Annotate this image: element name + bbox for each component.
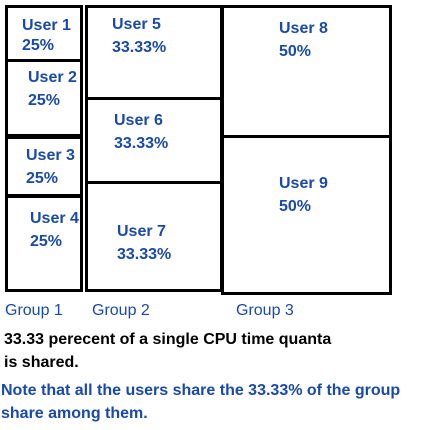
user-5-name: User 5	[112, 16, 161, 33]
share-note-line-1: Note that all the users share the 33.33%…	[1, 382, 401, 399]
user-2-name: User 2	[28, 69, 77, 86]
user-4-share: 25%	[30, 233, 63, 250]
quanta-note: 33.33 perecent of a single CPU time quan…	[4, 328, 331, 374]
user-3-name: User 3	[26, 147, 75, 164]
user-7-label: User 7 33.33%	[117, 222, 171, 265]
quanta-note-line-2: is shared.	[4, 354, 79, 371]
group-1-label: Group 1	[5, 302, 63, 319]
user-2-label: User 2 25%	[28, 68, 77, 111]
user-6-label: User 6 33.33%	[114, 111, 168, 154]
user-4-label: User 4 25%	[30, 209, 79, 252]
user-7-share: 33.33%	[117, 246, 172, 263]
user-7-name: User 7	[117, 223, 166, 240]
user-8-label: User 8 50%	[279, 19, 328, 62]
group-2-label: Group 2	[92, 302, 150, 319]
quanta-note-line-1: 33.33 perecent of a single CPU time quan…	[4, 331, 332, 348]
user-3-share: 25%	[26, 170, 59, 187]
user-6-name: User 6	[114, 112, 163, 129]
user-1-share: 25%	[22, 37, 55, 54]
user-8-share: 50%	[279, 43, 312, 60]
user-9-label: User 9 50%	[279, 174, 328, 217]
user-4-name: User 4	[30, 210, 79, 227]
user-9-share: 50%	[279, 198, 312, 215]
user-9-name: User 9	[279, 175, 328, 192]
user-3-label: User 3 25%	[26, 146, 75, 189]
user-5-share: 33.33%	[112, 39, 167, 56]
user-1-name: User 1	[22, 17, 71, 34]
user-6-share: 33.33%	[114, 135, 169, 152]
user-2-share: 25%	[28, 92, 61, 109]
share-note: Note that all the users share the 33.33%…	[1, 379, 400, 425]
group-3-label: Group 3	[236, 302, 294, 319]
share-note-line-2: share among them.	[1, 405, 148, 422]
user-1-label: User 1 25%	[22, 16, 71, 56]
user-5-label: User 5 33.33%	[112, 15, 166, 58]
user-8-name: User 8	[279, 20, 328, 37]
